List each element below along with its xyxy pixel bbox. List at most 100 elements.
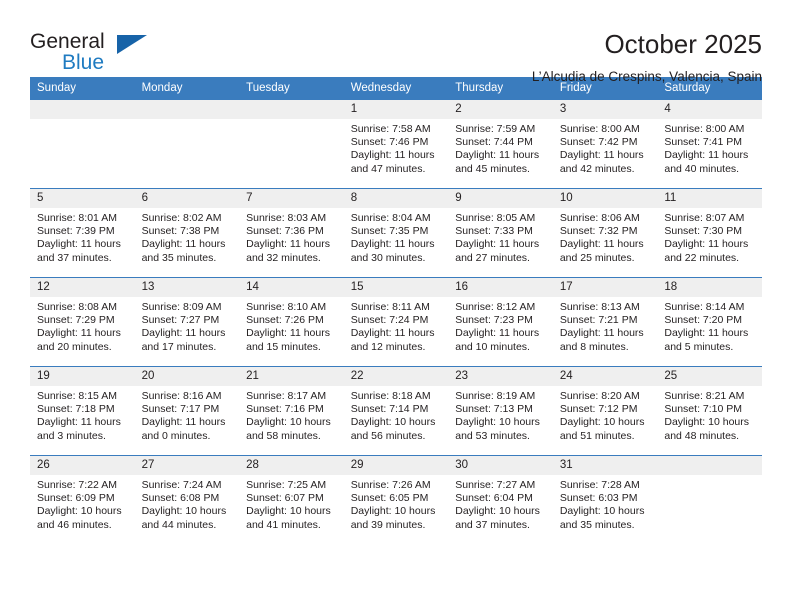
calendar-day-cell[interactable]: 30 Sunrise: 7:27 AM Sunset: 6:04 PM Dayligh…	[448, 455, 553, 545]
logo-text-general: General	[30, 30, 105, 53]
calendar-day-cell[interactable]: 23 Sunrise: 8:19 AM Sunset: 7:13 PM Dayligh…	[448, 366, 553, 456]
day-number: 7	[239, 189, 344, 208]
day-details: Sunrise: 8:13 AM Sunset: 7:21 PM Daylight:…	[553, 297, 658, 354]
sunrise-time: Sunrise: 8:15 AM	[37, 390, 117, 402]
sunrise-time: Sunrise: 8:13 AM	[559, 301, 640, 313]
daylight-duration-line1: Daylight: 11 hours	[246, 238, 330, 251]
day-number: 12	[30, 278, 135, 297]
sunrise-time: Sunrise: 7:58 AM	[350, 123, 431, 135]
sunrise-time: Sunrise: 8:04 AM	[350, 212, 431, 224]
daylight-duration-line1: Daylight: 11 hours	[559, 149, 644, 162]
calendar-day-cell[interactable]: 25 Sunrise: 8:21 AM Sunset: 7:10 PM Dayligh…	[657, 366, 762, 456]
calendar-day-cell[interactable]: 13 Sunrise: 8:09 AM Sunset: 7:27 PM Dayligh…	[134, 277, 240, 367]
daylight-duration-line2: and 53 minutes.	[455, 429, 530, 442]
day-number: 23	[448, 367, 553, 386]
daylight-duration-line1: Daylight: 11 hours	[37, 238, 121, 251]
daylight-duration-line2: and 30 minutes.	[350, 251, 426, 264]
calendar-day-cell[interactable]: 4 Sunrise: 8:00 AM Sunset: 7:41 PM Daylight…	[657, 99, 762, 189]
day-details: Sunrise: 7:59 AM Sunset: 7:44 PM Daylight:…	[448, 119, 553, 176]
calendar-day-cell[interactable]: 22 Sunrise: 8:18 AM Sunset: 7:14 PM Dayligh…	[343, 366, 449, 456]
general-blue-logo[interactable]: General Blue	[30, 28, 152, 80]
day-details: Sunrise: 7:58 AM Sunset: 7:46 PM Daylight:…	[344, 119, 449, 176]
sunrise-time: Sunrise: 8:10 AM	[246, 301, 327, 313]
daylight-duration-line1: Daylight: 10 hours	[559, 416, 645, 429]
day-details: Sunrise: 7:25 AM Sunset: 6:07 PM Daylight:…	[239, 475, 344, 532]
calendar-day-cell[interactable]: 5 Sunrise: 8:01 AM Sunset: 7:39 PM Daylight…	[30, 188, 135, 278]
day-details: Sunrise: 7:27 AM Sunset: 6:04 PM Daylight:…	[448, 475, 553, 532]
day-number	[30, 100, 135, 119]
day-details: Sunrise: 8:02 AM Sunset: 7:38 PM Daylight:…	[135, 208, 240, 265]
calendar-day-cell[interactable]: 2 Sunrise: 7:59 AM Sunset: 7:44 PM Daylight…	[448, 99, 553, 189]
calendar-day-cell[interactable]: 16 Sunrise: 8:12 AM Sunset: 7:23 PM Dayligh…	[448, 277, 553, 367]
day-details: Sunrise: 8:06 AM Sunset: 7:32 PM Daylight:…	[553, 208, 658, 265]
day-number: 4	[657, 100, 762, 119]
day-details: Sunrise: 8:21 AM Sunset: 7:10 PM Daylight:…	[657, 386, 762, 443]
calendar-day-cell[interactable]: 31 Sunrise: 7:28 AM Sunset: 6:03 PM Dayligh…	[552, 455, 658, 545]
sunrise-time: Sunrise: 8:03 AM	[246, 212, 327, 224]
daylight-duration-line1: Daylight: 11 hours	[37, 327, 121, 340]
sunset-time: Sunset: 7:30 PM	[664, 225, 743, 238]
daylight-duration-line2: and 25 minutes.	[559, 251, 635, 264]
day-number: 22	[343, 367, 449, 386]
calendar-day-cell[interactable]: 24 Sunrise: 8:20 AM Sunset: 7:12 PM Dayligh…	[552, 366, 658, 456]
day-number	[134, 100, 240, 119]
sunrise-time: Sunrise: 7:26 AM	[350, 479, 431, 491]
calendar-week-row: 26 Sunrise: 7:22 AM Sunset: 6:09 PM Dayligh…	[30, 455, 762, 545]
calendar-day-cell[interactable]: 12 Sunrise: 8:08 AM Sunset: 7:29 PM Dayligh…	[30, 277, 135, 367]
day-number: 16	[448, 278, 553, 297]
daylight-duration-line1: Daylight: 10 hours	[455, 416, 540, 429]
daylight-duration-line2: and 12 minutes.	[350, 340, 426, 353]
sunrise-time: Sunrise: 8:12 AM	[455, 301, 536, 313]
sunrise-time: Sunrise: 8:02 AM	[141, 212, 222, 224]
calendar-day-cell-empty	[30, 99, 135, 189]
page-header: General Blue October 2025 L’Alcudia de C…	[30, 0, 762, 84]
daylight-duration-line1: Daylight: 11 hours	[350, 149, 435, 162]
calendar-day-cell[interactable]: 20 Sunrise: 8:16 AM Sunset: 7:17 PM Dayligh…	[134, 366, 240, 456]
calendar-day-cell[interactable]: 27 Sunrise: 7:24 AM Sunset: 6:08 PM Dayligh…	[134, 455, 240, 545]
day-details: Sunrise: 8:14 AM Sunset: 7:20 PM Daylight:…	[657, 297, 762, 354]
sunset-time: Sunset: 7:42 PM	[559, 136, 638, 149]
calendar-day-cell[interactable]: 15 Sunrise: 8:11 AM Sunset: 7:24 PM Dayligh…	[343, 277, 449, 367]
day-number: 14	[239, 278, 344, 297]
daylight-duration-line1: Daylight: 11 hours	[350, 327, 435, 340]
calendar-day-cell[interactable]: 8 Sunrise: 8:04 AM Sunset: 7:35 PM Daylight…	[343, 188, 449, 278]
day-number	[239, 100, 344, 119]
calendar-day-cell[interactable]: 11 Sunrise: 8:07 AM Sunset: 7:30 PM Dayligh…	[657, 188, 762, 278]
daylight-duration-line2: and 46 minutes.	[37, 518, 112, 531]
calendar-day-cell[interactable]: 21 Sunrise: 8:17 AM Sunset: 7:16 PM Dayligh…	[239, 366, 344, 456]
calendar-day-cell[interactable]: 1 Sunrise: 7:58 AM Sunset: 7:46 PM Daylight…	[343, 99, 449, 189]
calendar-day-cell[interactable]: 17 Sunrise: 8:13 AM Sunset: 7:21 PM Dayligh…	[552, 277, 658, 367]
daylight-duration-line1: Daylight: 11 hours	[664, 238, 749, 251]
sunset-time: Sunset: 7:18 PM	[37, 403, 115, 416]
daylight-duration-line2: and 48 minutes.	[664, 429, 740, 442]
sunrise-time: Sunrise: 8:07 AM	[664, 212, 745, 224]
daylight-duration-line2: and 17 minutes.	[141, 340, 217, 353]
daylight-duration-line2: and 5 minutes.	[664, 340, 734, 353]
calendar-day-cell[interactable]: 19 Sunrise: 8:15 AM Sunset: 7:18 PM Dayligh…	[30, 366, 135, 456]
daylight-duration-line2: and 3 minutes.	[37, 429, 106, 442]
day-number: 8	[343, 189, 449, 208]
page-title: October 2025	[604, 29, 762, 59]
day-details: Sunrise: 8:00 AM Sunset: 7:42 PM Daylight:…	[553, 119, 658, 176]
day-number: 1	[343, 100, 449, 119]
day-number: 18	[657, 278, 762, 297]
day-number: 5	[30, 189, 135, 208]
day-number: 13	[134, 278, 240, 297]
calendar-day-cell[interactable]: 18 Sunrise: 8:14 AM Sunset: 7:20 PM Dayligh…	[657, 277, 762, 367]
daylight-duration-line2: and 47 minutes.	[350, 162, 426, 175]
calendar-day-cell[interactable]: 9 Sunrise: 8:05 AM Sunset: 7:33 PM Daylight…	[448, 188, 553, 278]
calendar-day-cell[interactable]: 6 Sunrise: 8:02 AM Sunset: 7:38 PM Daylight…	[134, 188, 240, 278]
calendar-day-cell[interactable]: 7 Sunrise: 8:03 AM Sunset: 7:36 PM Daylight…	[239, 188, 344, 278]
day-number: 6	[134, 189, 240, 208]
sunset-time: Sunset: 7:20 PM	[664, 314, 743, 327]
calendar-day-cell[interactable]: 29 Sunrise: 7:26 AM Sunset: 6:05 PM Dayligh…	[343, 455, 449, 545]
calendar-day-cell[interactable]: 28 Sunrise: 7:25 AM Sunset: 6:07 PM Dayligh…	[239, 455, 344, 545]
calendar-day-cell[interactable]: 10 Sunrise: 8:06 AM Sunset: 7:32 PM Dayligh…	[552, 188, 658, 278]
day-details: Sunrise: 8:15 AM Sunset: 7:18 PM Daylight:…	[30, 386, 135, 443]
calendar-day-cell[interactable]: 26 Sunrise: 7:22 AM Sunset: 6:09 PM Dayligh…	[30, 455, 135, 545]
daylight-duration-line2: and 0 minutes.	[141, 429, 211, 442]
day-details: Sunrise: 8:08 AM Sunset: 7:29 PM Daylight:…	[30, 297, 135, 354]
calendar-day-cell[interactable]: 3 Sunrise: 8:00 AM Sunset: 7:42 PM Daylight…	[552, 99, 658, 189]
daylight-duration-line1: Daylight: 11 hours	[455, 149, 540, 162]
calendar-day-cell[interactable]: 14 Sunrise: 8:10 AM Sunset: 7:26 PM Dayligh…	[239, 277, 344, 367]
